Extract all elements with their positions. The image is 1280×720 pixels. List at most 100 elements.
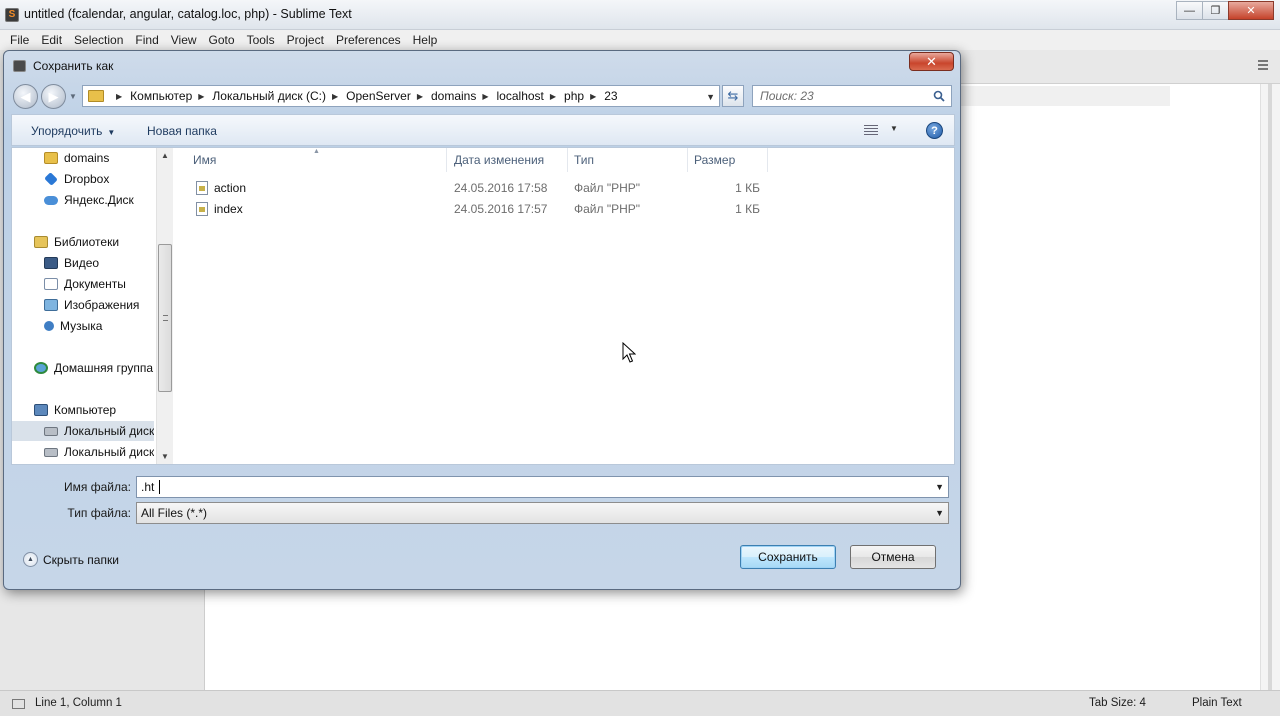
chevron-right-icon[interactable]: ▶ <box>116 92 122 101</box>
window-controls: — ❐ ✕ <box>1176 1 1274 20</box>
tree-item-label: Dropbox <box>64 172 110 186</box>
search-icon[interactable] <box>933 90 945 102</box>
search-box[interactable] <box>752 85 952 107</box>
breadcrumb-localhost[interactable]: ▶ localhost <box>476 89 544 103</box>
breadcrumb-disk-c[interactable]: ▶ Локальный диск (C:) <box>192 89 326 103</box>
disk-icon <box>44 447 58 457</box>
menu-view[interactable]: View <box>165 33 203 47</box>
tree-item-label: domains <box>64 151 110 165</box>
new-folder-button[interactable]: Новая папка <box>147 124 217 138</box>
tree-item-video[interactable]: Видео <box>44 253 99 273</box>
column-header-size[interactable]: Размер <box>688 148 768 172</box>
cloud-icon <box>44 195 58 205</box>
menu-preferences[interactable]: Preferences <box>330 33 407 47</box>
breadcrumb-label: Компьютер <box>130 89 193 103</box>
minimize-button[interactable]: — <box>1176 1 1203 20</box>
maximize-button[interactable]: ❐ <box>1202 1 1229 20</box>
chevron-down-icon[interactable]: ▼ <box>935 482 944 492</box>
search-input[interactable] <box>760 86 930 106</box>
tree-item-label: Локальный диск <box>64 424 154 438</box>
tree-item-yandex-disk[interactable]: Яндекс.Диск <box>44 190 134 210</box>
dialog-toolbar: Упорядочить ▼ Новая папка ▼ ? <box>11 114 955 146</box>
column-header-type[interactable]: Тип <box>568 148 688 172</box>
breadcrumb-php[interactable]: ▶ php <box>544 89 584 103</box>
chevron-right-icon[interactable]: ▶ <box>590 92 596 101</box>
tree-scrollbar[interactable]: ▲ ▼ <box>156 148 173 464</box>
breadcrumb-domains[interactable]: ▶ domains <box>411 89 477 103</box>
breadcrumb-openserver[interactable]: ▶ OpenServer <box>326 89 411 103</box>
menu-project[interactable]: Project <box>281 33 330 47</box>
menu-tools[interactable]: Tools <box>241 33 281 47</box>
filename-field[interactable]: ▼ <box>136 476 949 498</box>
tree-item-documents[interactable]: Документы <box>44 274 126 294</box>
recent-locations-dropdown-icon[interactable]: ▼ <box>69 92 79 102</box>
column-header-date[interactable]: Дата изменения <box>448 148 568 172</box>
cursor-position[interactable]: Line 1, Column 1 <box>35 697 122 709</box>
chevron-right-icon[interactable]: ▶ <box>482 92 488 101</box>
tree-item-dropbox[interactable]: Dropbox <box>44 169 109 189</box>
chevron-right-icon[interactable]: ▶ <box>417 92 423 101</box>
scroll-up-arrow-icon[interactable]: ▲ <box>161 151 169 160</box>
tree-item-domains[interactable]: domains <box>44 148 109 168</box>
menu-help[interactable]: Help <box>407 33 444 47</box>
syntax-indicator[interactable]: Plain Text <box>1192 697 1242 709</box>
tree-item-music[interactable]: Музыка <box>44 316 102 336</box>
column-header-name[interactable]: Имя <box>187 148 447 172</box>
tree-item-computer[interactable]: Компьютер <box>34 400 116 420</box>
hide-folders-button[interactable]: ▲ Скрыть папки <box>23 552 119 567</box>
help-button[interactable]: ? <box>926 122 943 139</box>
breadcrumb-computer[interactable]: ▶ Компьютер <box>110 89 192 103</box>
editor-scrollbar-thumb[interactable] <box>1268 84 1272 690</box>
forward-button[interactable]: ▶ <box>41 84 66 109</box>
filetype-select[interactable]: All Files (*.*) ▼ <box>136 502 949 524</box>
back-arrow-icon: ◀ <box>20 88 31 104</box>
chevron-right-icon[interactable]: ▶ <box>198 92 204 101</box>
tree-item-label: Изображения <box>64 298 140 312</box>
dialog-close-button[interactable]: ✕ <box>909 52 954 71</box>
tab-size-indicator[interactable]: Tab Size: 4 <box>1089 697 1146 709</box>
hamburger-menu-icon[interactable] <box>1258 60 1268 70</box>
menu-find[interactable]: Find <box>129 33 164 47</box>
save-button[interactable]: Сохранить <box>740 545 836 569</box>
organize-button[interactable]: Упорядочить ▼ <box>31 124 115 138</box>
tree-item-label: Документы <box>64 277 126 291</box>
menu-edit[interactable]: Edit <box>35 33 68 47</box>
organize-label: Упорядочить <box>31 124 103 138</box>
chevron-right-icon[interactable]: ▶ <box>332 92 338 101</box>
change-view-button[interactable]: ▼ <box>864 124 900 138</box>
tree-item-label: Музыка <box>60 319 103 333</box>
file-type: Файл "PHP" <box>574 181 641 195</box>
sublime-app-icon: S <box>5 8 19 22</box>
file-date: 24.05.2016 17:58 <box>454 181 548 195</box>
cancel-button[interactable]: Отмена <box>850 545 936 569</box>
close-window-button[interactable]: ✕ <box>1228 1 1274 20</box>
panel-toggle-icon[interactable] <box>12 699 25 709</box>
menu-goto[interactable]: Goto <box>203 33 241 47</box>
file-row-action[interactable]: action 24.05.2016 17:58 Файл "PHP" 1 КБ <box>175 178 775 198</box>
tree-item-pictures[interactable]: Изображения <box>44 295 139 315</box>
refresh-icon: ⇆ <box>727 88 739 103</box>
address-dropdown-icon[interactable]: ▼ <box>706 92 715 102</box>
list-view-icon <box>864 125 878 136</box>
breadcrumb-label: Локальный диск (C:) <box>212 89 326 103</box>
back-button[interactable]: ◀ <box>13 84 38 109</box>
file-row-index[interactable]: index 24.05.2016 17:57 Файл "PHP" 1 КБ <box>175 199 775 219</box>
scroll-down-arrow-icon[interactable]: ▼ <box>161 452 169 461</box>
tree-item-local-disk-c[interactable]: Локальный диск <box>12 421 154 441</box>
chevron-down-icon[interactable]: ▼ <box>935 508 944 518</box>
file-list: ▲ Имя Дата изменения Тип Размер action 2… <box>175 148 954 464</box>
menu-selection[interactable]: Selection <box>68 33 129 47</box>
tree-item-local-disk-2[interactable]: Локальный диск <box>44 442 154 462</box>
php-file-icon <box>196 181 208 195</box>
chevron-right-icon[interactable]: ▶ <box>550 92 556 101</box>
filename-input[interactable] <box>137 477 917 497</box>
dropbox-icon <box>44 172 58 186</box>
breadcrumb-23[interactable]: ▶ 23 <box>584 89 618 103</box>
address-bar[interactable]: ▶ Компьютер ▶ Локальный диск (C:) ▶ OpenSer… <box>82 85 720 107</box>
tree-item-libraries[interactable]: Библиотеки <box>34 232 119 252</box>
menu-file[interactable]: File <box>4 33 35 47</box>
refresh-button[interactable]: ⇆ <box>722 85 744 107</box>
tree-item-homegroup[interactable]: Домашняя группа <box>34 358 153 378</box>
tree-scrollbar-thumb[interactable] <box>158 244 172 392</box>
editor-scrollbar[interactable] <box>1260 84 1280 690</box>
